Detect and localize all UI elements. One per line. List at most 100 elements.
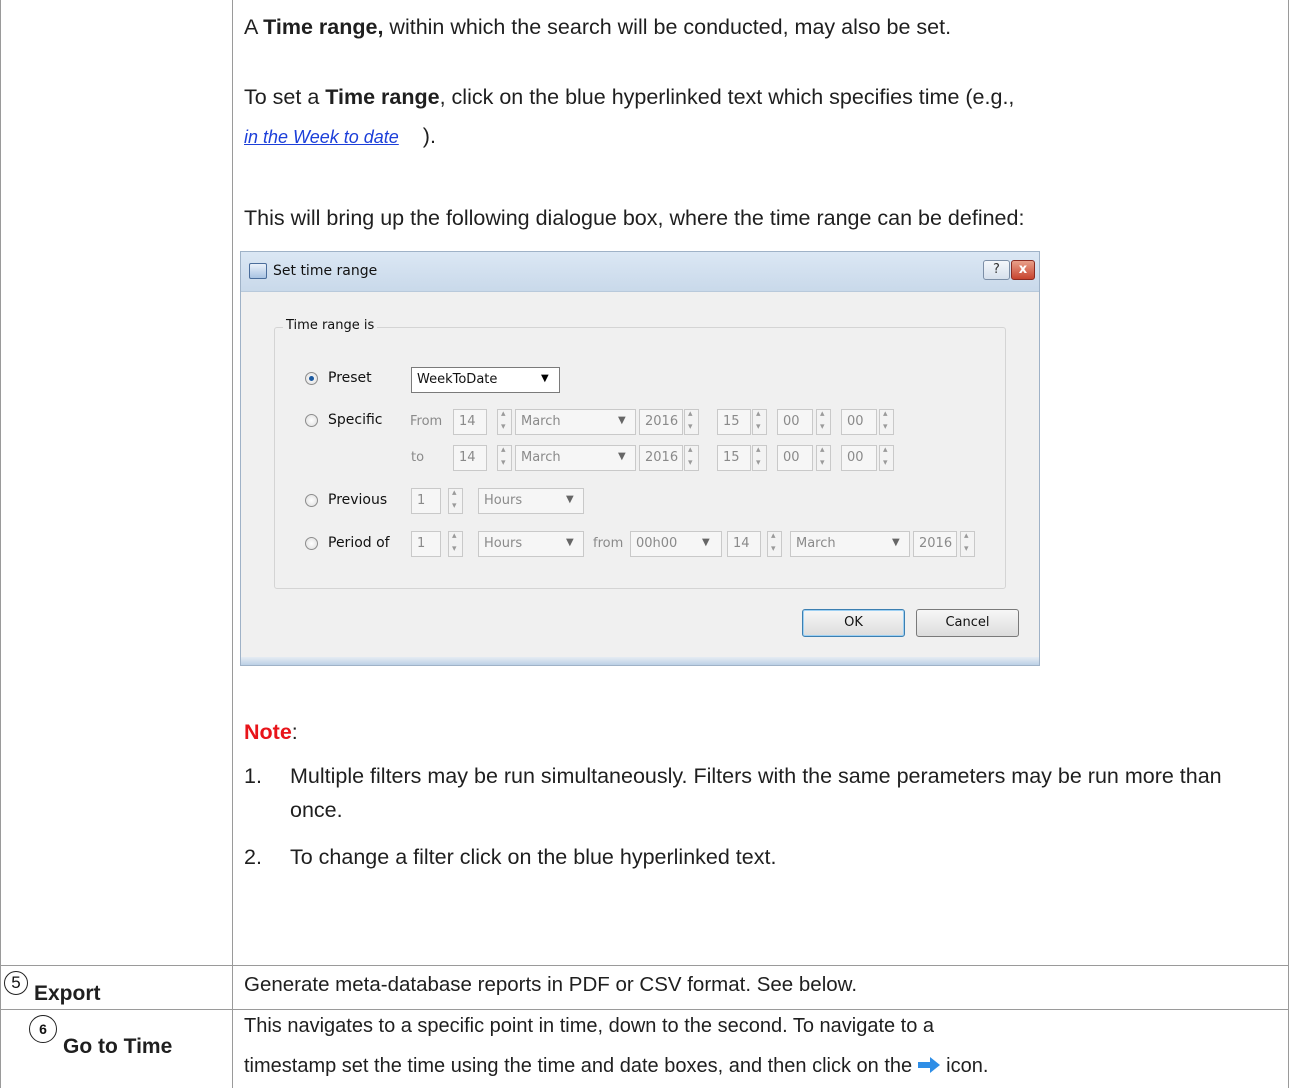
to-second-spinner[interactable] — [879, 445, 894, 471]
to-day-spinner[interactable] — [497, 445, 512, 471]
from-second-spinner[interactable] — [879, 409, 894, 435]
from-day-spinner[interactable] — [497, 409, 512, 435]
para-text: , click on the blue hyperlinked text whi… — [439, 85, 1015, 109]
to-second-value: 00 — [847, 450, 864, 465]
to-minute-value: 00 — [783, 450, 800, 465]
step-number-5: 5 — [4, 971, 28, 995]
cancel-button[interactable]: Cancel — [916, 609, 1019, 637]
time-range-paragraph: A Time range, within which the search wi… — [244, 12, 951, 42]
from-second-value: 00 — [847, 414, 864, 429]
from-hour-spinner[interactable] — [752, 409, 767, 435]
from-year-spinner[interactable] — [684, 409, 699, 435]
period-count-field[interactable]: 1 — [411, 531, 441, 557]
para-text: A — [244, 15, 264, 39]
period-day-value: 14 — [733, 536, 750, 551]
period-from-label: from — [593, 536, 624, 551]
period-year-value: 2016 — [919, 536, 953, 551]
period-year-field[interactable]: 2016 — [913, 531, 957, 557]
previous-unit-value: Hours — [484, 493, 523, 508]
para-text: ). — [422, 124, 436, 148]
go-to-time-text: timestamp set the time using the time an… — [244, 1055, 913, 1077]
from-minute-value: 00 — [783, 414, 800, 429]
to-day-value: 14 — [459, 450, 476, 465]
table-border-left — [0, 0, 1, 1088]
dialog-title-bar: Set time range ? x — [241, 252, 1039, 292]
previous-radio[interactable] — [305, 494, 318, 507]
period-of-label: Period of — [328, 535, 390, 551]
period-count-value: 1 — [417, 536, 426, 551]
to-hour-spinner[interactable] — [752, 445, 767, 471]
group-label: Time range is — [283, 318, 378, 333]
period-of-radio[interactable] — [305, 537, 318, 550]
period-unit-value: Hours — [484, 536, 523, 551]
step-number-6: 6 — [29, 1015, 57, 1043]
previous-count-value: 1 — [417, 493, 426, 508]
note-heading: Note: — [244, 717, 298, 747]
document-table: A Time range, within which the search wi… — [0, 0, 1289, 1088]
chevron-down-icon: ▼ — [541, 373, 549, 384]
from-minute-field[interactable]: 00 — [777, 409, 813, 435]
preset-value: WeekToDate — [417, 372, 498, 387]
to-year-spinner[interactable] — [684, 445, 699, 471]
right-arrow-icon — [918, 1057, 941, 1073]
to-minute-spinner[interactable] — [816, 445, 831, 471]
to-minute-field[interactable]: 00 — [777, 445, 813, 471]
previous-label: Previous — [328, 492, 388, 508]
dialog-app-icon — [249, 263, 267, 279]
set-range-paragraph: To set a Time range, click on the blue h… — [244, 82, 1014, 112]
preset-radio[interactable] — [305, 372, 318, 385]
previous-count-spinner[interactable] — [448, 488, 463, 514]
from-year-value: 2016 — [645, 414, 679, 429]
chevron-down-icon: ▼ — [618, 415, 626, 426]
set-time-range-dialog: Set time range ? x Time range is Preset … — [240, 251, 1040, 666]
set-range-paragraph-line2: in the Week to date). — [244, 121, 436, 152]
period-year-spinner[interactable] — [960, 531, 975, 557]
list-text: To change a filter click on the blue hyp… — [290, 845, 777, 869]
note-label: Note — [244, 720, 292, 744]
row-divider-gototime — [0, 1009, 1289, 1010]
period-time-value: 00h00 — [636, 536, 678, 551]
to-month-value: March — [521, 450, 561, 465]
to-day-field[interactable]: 14 — [453, 445, 487, 471]
preset-select[interactable]: WeekToDate — [411, 367, 560, 393]
go-to-time-label: Go to Time — [63, 1035, 173, 1058]
note-colon: : — [291, 720, 298, 744]
list-number: 2. — [244, 845, 262, 869]
preset-label: Preset — [328, 370, 372, 386]
go-to-time-icon-suffix: icon. — [946, 1055, 989, 1077]
week-to-date-link[interactable]: in the Week to date — [244, 122, 399, 152]
from-minute-spinner[interactable] — [816, 409, 831, 435]
specific-radio[interactable] — [305, 414, 318, 427]
from-month-value: March — [521, 414, 561, 429]
chevron-down-icon: ▼ — [618, 451, 626, 462]
to-year-field[interactable]: 2016 — [639, 445, 683, 471]
period-day-field[interactable]: 14 — [727, 531, 761, 557]
chevron-down-icon: ▼ — [702, 537, 710, 548]
go-to-time-description-line2: timestamp set the time using the time an… — [244, 1055, 988, 1078]
from-hour-field[interactable]: 15 — [717, 409, 751, 435]
chevron-down-icon: ▼ — [892, 537, 900, 548]
chevron-down-icon: ▼ — [566, 494, 574, 505]
period-count-spinner[interactable] — [448, 531, 463, 557]
list-text: Multiple filters may be run simultaneous… — [290, 764, 1222, 822]
previous-count-field[interactable]: 1 — [411, 488, 441, 514]
list-number: 1. — [244, 764, 262, 788]
to-hour-field[interactable]: 15 — [717, 445, 751, 471]
help-button[interactable]: ? — [983, 260, 1010, 280]
dialog-title: Set time range — [273, 263, 378, 279]
period-day-spinner[interactable] — [767, 531, 782, 557]
para-bold: Time range — [325, 85, 440, 109]
dialog-intro-paragraph: This will bring up the following dialogu… — [244, 206, 1025, 230]
export-label: Export — [34, 982, 101, 1005]
from-label: From — [410, 414, 443, 429]
para-text: within which the search will be conducte… — [383, 15, 952, 39]
from-year-field[interactable]: 2016 — [639, 409, 683, 435]
close-button[interactable]: x — [1011, 260, 1035, 280]
from-day-field[interactable]: 14 — [453, 409, 487, 435]
ok-button[interactable]: OK — [802, 609, 905, 637]
go-to-time-description-line1: This navigates to a specific point in ti… — [244, 1015, 935, 1037]
from-second-field[interactable]: 00 — [841, 409, 877, 435]
table-column-divider — [232, 0, 233, 1088]
to-second-field[interactable]: 00 — [841, 445, 877, 471]
from-day-value: 14 — [459, 414, 476, 429]
